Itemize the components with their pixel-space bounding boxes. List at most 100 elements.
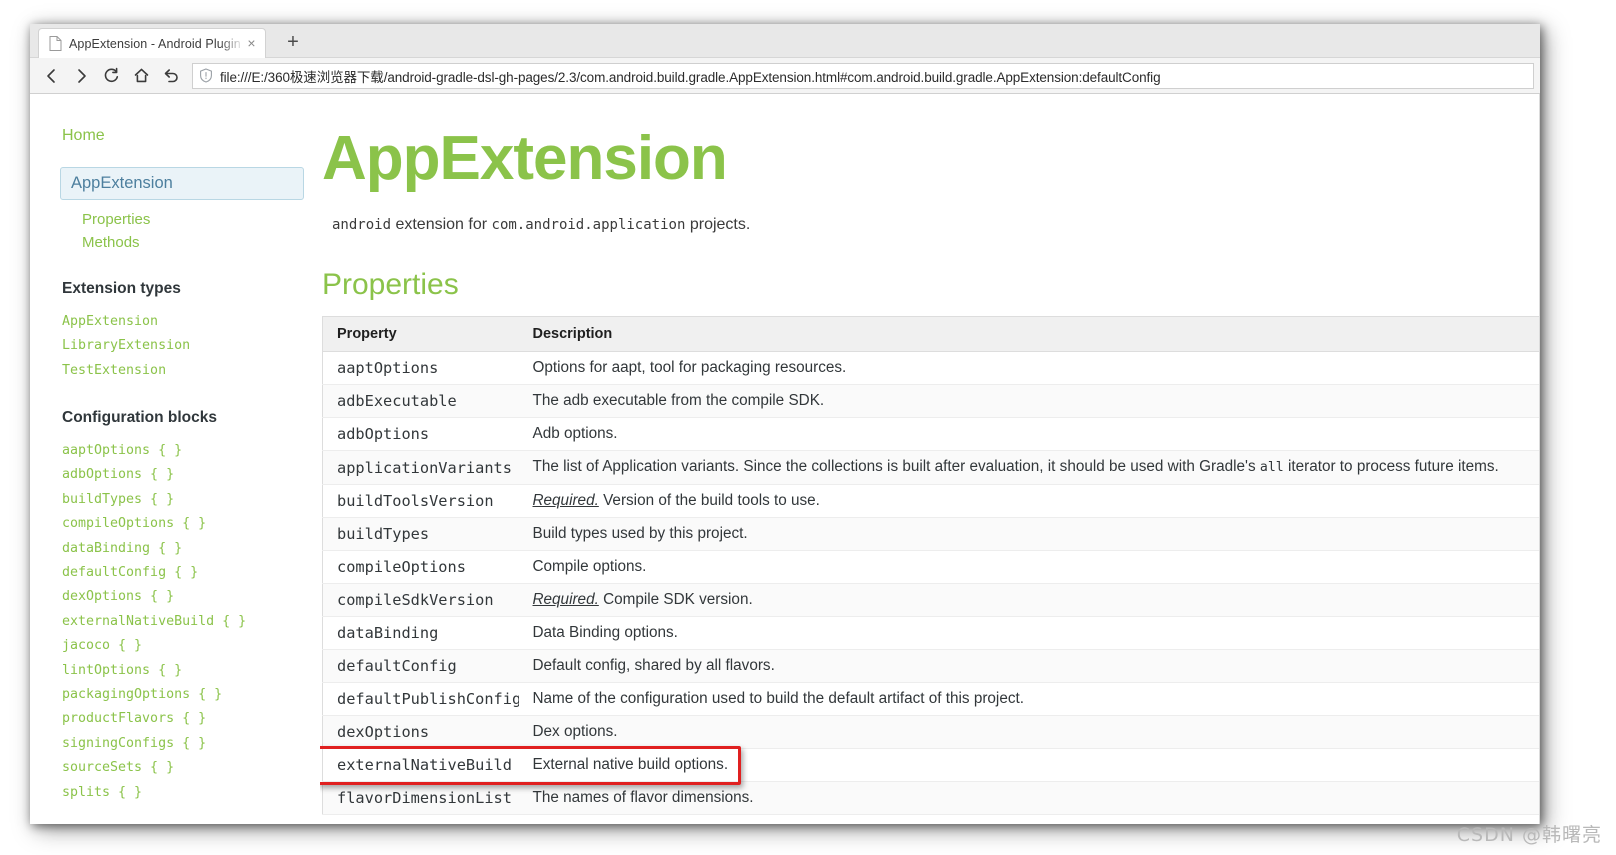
table-row: compileOptions Compile options. [322, 550, 1540, 584]
address-bar[interactable]: file:///E:/360极速浏览器下载/android-gradle-dsl… [192, 62, 1534, 89]
property-name-cell[interactable]: compileSdkVersion [322, 583, 519, 617]
property-description-cell: Default config, shared by all flavors. [518, 649, 1540, 683]
table-row: defaultPublishConfig Name of the configur… [322, 682, 1540, 716]
sidebar-item-sourcesets[interactable]: sourceSets { } [60, 756, 320, 780]
shield-icon [199, 68, 213, 83]
browser-window: AppExtension - Android Plugin DSL Refere… [30, 24, 1540, 824]
intro-code-application: com.android.application [491, 217, 686, 233]
intro-code-android: android [332, 217, 392, 233]
browser-toolbar: file:///E:/360极速浏览器下载/android-gradle-dsl… [30, 58, 1540, 94]
forward-arrow-icon[interactable] [66, 62, 96, 90]
tab-title: AppExtension - Android Plugin DSL Refere… [69, 36, 244, 51]
property-description-cell: The list of Application variants. Since … [518, 450, 1540, 485]
table-header-row: Property Description [322, 316, 1540, 352]
sidebar-item-adboptions[interactable]: adbOptions { } [60, 463, 320, 487]
property-description-cell: The adb executable from the compile SDK. [518, 384, 1540, 418]
property-description-cell: Data Binding options. [518, 616, 1540, 650]
sidebar-item-packagingoptions[interactable]: packagingOptions { } [60, 683, 320, 707]
property-name-cell[interactable]: externalNativeBuild [322, 748, 519, 782]
property-name-cell[interactable]: buildToolsVersion [322, 484, 519, 518]
table-row: aaptOptions Options for aapt, tool for pa… [322, 351, 1540, 385]
sidebar-item-externalnativebuild[interactable]: externalNativeBuild { } [60, 610, 320, 634]
main-content: AppExtension android extension for com.a… [320, 94, 1540, 824]
table-row: defaultConfig Default config, shared by a… [322, 649, 1540, 683]
property-description-cell: Name of the configuration used to build … [518, 682, 1540, 716]
table-row: compileSdkVersion Required. Compile SDK v… [322, 583, 1540, 617]
content-right-edge [1539, 94, 1540, 824]
property-name-cell[interactable]: defaultPublishConfig [322, 682, 519, 716]
sidebar-item-signingconfigs[interactable]: signingConfigs { } [60, 732, 320, 756]
url-text: file:///E:/360极速浏览器下载/android-gradle-dsl… [220, 69, 1161, 85]
property-description-cell: Adb options. [518, 417, 1540, 451]
sidebar-item-splits[interactable]: splits { } [60, 781, 320, 805]
sidebar-item-databinding[interactable]: dataBinding { } [60, 537, 320, 561]
column-header-description: Description [518, 316, 1540, 352]
browser-tab[interactable]: AppExtension - Android Plugin DSL Refere… [38, 28, 266, 58]
table-row: dexOptions Dex options. [322, 715, 1540, 749]
sidebar-item-appextension[interactable]: AppExtension [60, 310, 320, 334]
column-header-property: Property [322, 316, 519, 352]
sidebar-item-lintoptions[interactable]: lintOptions { } [60, 659, 320, 683]
sidebar-item-methods[interactable]: Methods [60, 231, 320, 254]
property-description-cell: External native build options. [518, 748, 1540, 782]
property-description-cell: Options for aapt, tool for packaging res… [518, 351, 1540, 385]
undo-arrow-icon[interactable] [156, 62, 186, 90]
intro-paragraph: android extension for com.android.applic… [332, 214, 1540, 236]
property-description-cell: Required. Compile SDK version. [518, 583, 1540, 617]
property-name-cell[interactable]: compileOptions [322, 550, 519, 584]
home-icon[interactable] [126, 62, 156, 90]
sidebar-item-appextension-active[interactable]: AppExtension [60, 167, 304, 200]
sidebar-item-libraryextension[interactable]: LibraryExtension [60, 334, 320, 358]
property-name-cell[interactable]: adbExecutable [322, 384, 519, 418]
property-description-cell: Dex options. [518, 715, 1540, 749]
new-tab-button[interactable]: + [282, 32, 304, 54]
table-row: dataBinding Data Binding options. [322, 616, 1540, 650]
property-name-cell[interactable]: buildTypes [322, 517, 519, 551]
page-viewport: Home AppExtension Properties Methods Ext… [30, 94, 1540, 824]
sidebar-item-compileoptions[interactable]: compileOptions { } [60, 512, 320, 536]
sidebar-item-productflavors[interactable]: productFlavors { } [60, 707, 320, 731]
reload-icon[interactable] [96, 62, 126, 90]
table-row: externalNativeBuild External native build… [322, 748, 1540, 782]
sidebar-item-home[interactable]: Home [60, 126, 320, 145]
property-name-cell[interactable]: aaptOptions [322, 351, 519, 385]
sidebar-heading-configuration-blocks: Configuration blocks [62, 408, 217, 426]
properties-table-body: aaptOptions Options for aapt, tool for pa… [322, 351, 1540, 815]
sidebar-item-buildtypes[interactable]: buildTypes { } [60, 488, 320, 512]
sidebar-item-properties[interactable]: Properties [60, 208, 320, 231]
sidebar-item-defaultconfig[interactable]: defaultConfig { } [60, 561, 320, 585]
table-row: adbExecutable The adb executable from the… [322, 384, 1540, 418]
property-name-cell[interactable]: applicationVariants [322, 450, 519, 485]
property-description-cell: Build types used by this project. [518, 517, 1540, 551]
table-row: flavorDimensionList The names of flavor d… [322, 781, 1540, 815]
sidebar-heading-extension-types: Extension types [62, 280, 181, 297]
property-name-cell[interactable]: dataBinding [322, 616, 519, 650]
property-description-cell: Compile options. [518, 550, 1540, 584]
property-name-cell[interactable]: adbOptions [322, 417, 519, 451]
sidebar: Home AppExtension Properties Methods Ext… [30, 94, 320, 824]
properties-table: Property Description aaptOptions Options … [322, 316, 1540, 815]
inline-code: all [1259, 460, 1284, 475]
table-row: applicationVariants The list of Applicati… [322, 450, 1540, 485]
required-marker: Required. [532, 492, 599, 509]
sidebar-item-dexoptions[interactable]: dexOptions { } [60, 585, 320, 609]
intro-text-2: projects. [685, 216, 751, 233]
page-title: AppExtension [322, 124, 728, 193]
back-arrow-icon[interactable] [36, 62, 66, 90]
table-row: buildTypes Build types used by this proje… [322, 517, 1540, 551]
property-description-cell: The names of flavor dimensions. [518, 781, 1540, 815]
sidebar-item-aaptoptions[interactable]: aaptOptions { } [60, 439, 320, 463]
property-name-cell[interactable]: defaultConfig [322, 649, 519, 683]
sidebar-item-jacoco[interactable]: jacoco { } [60, 634, 320, 658]
tab-strip: AppExtension - Android Plugin DSL Refere… [30, 24, 1540, 58]
table-row: adbOptions Adb options. [322, 417, 1540, 451]
sidebar-item-testextension[interactable]: TestExtension [60, 359, 320, 383]
section-title-properties: Properties [322, 268, 459, 301]
intro-text-1: extension for [391, 216, 492, 233]
screenshot-root: AppExtension - Android Plugin DSL Refere… [0, 0, 1616, 855]
property-name-cell[interactable]: flavorDimensionList [322, 781, 519, 815]
required-marker: Required. [532, 591, 599, 608]
property-name-cell[interactable]: dexOptions [322, 715, 519, 749]
property-description-cell: Required. Version of the build tools to … [518, 484, 1540, 518]
close-icon[interactable]: × [244, 36, 259, 51]
